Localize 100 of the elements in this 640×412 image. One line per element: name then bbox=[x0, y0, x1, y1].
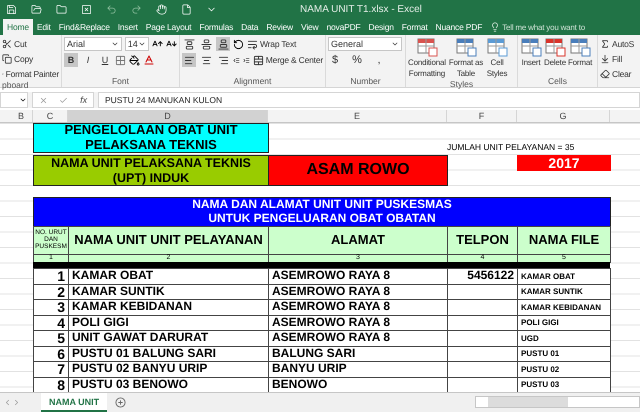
dropdown-icon bbox=[138, 40, 146, 48]
number-format-button[interactable]: % bbox=[350, 53, 364, 67]
folder-icon[interactable] bbox=[56, 4, 67, 14]
add-sheet-icon[interactable] bbox=[115, 397, 126, 408]
sheet-tab[interactable]: NAMA UNIT bbox=[41, 393, 108, 412]
dropdown-icon bbox=[19, 96, 27, 104]
unit-name-cell: ASAM ROWO bbox=[268, 155, 448, 186]
column-header[interactable]: G bbox=[517, 110, 610, 122]
merge-center-button[interactable]: Merge & Center bbox=[252, 54, 323, 66]
vertical-align-button[interactable] bbox=[199, 37, 213, 51]
eraser-icon bbox=[600, 68, 610, 78]
fill-color-icon[interactable] bbox=[129, 54, 140, 66]
touch-mode-icon[interactable] bbox=[156, 4, 167, 14]
horizontal-scrollbar[interactable] bbox=[475, 396, 640, 408]
orientation-icon[interactable] bbox=[233, 38, 244, 50]
editing-button[interactable]: AutoS bbox=[600, 37, 638, 50]
ribbon-tab[interactable]: Format bbox=[398, 19, 432, 35]
cells-button[interactable]: Format bbox=[568, 37, 592, 76]
column-heading-cell: NAMA UNIT UNIT PELAYANAN bbox=[68, 226, 269, 255]
font-color-icon[interactable] bbox=[143, 54, 155, 66]
vertical-align-button[interactable] bbox=[216, 37, 230, 51]
dropdown-icon bbox=[110, 40, 119, 48]
table-cell: PUSTU 02 bbox=[517, 361, 611, 378]
font-name: Arial bbox=[67, 39, 86, 49]
check-icon[interactable] bbox=[59, 96, 68, 104]
number-format-field[interactable]: General bbox=[328, 37, 402, 51]
ribbon-tab[interactable]: Review bbox=[262, 19, 297, 35]
redo-icon[interactable] bbox=[131, 4, 142, 14]
column-header[interactable]: D bbox=[68, 110, 268, 122]
cells-button[interactable]: Insert bbox=[520, 37, 542, 76]
merge-icon bbox=[252, 54, 264, 66]
ribbon-tab[interactable]: Nuance PDF bbox=[432, 19, 486, 35]
column-header[interactable]: F bbox=[447, 110, 517, 122]
ribbon-tab[interactable]: Home bbox=[3, 19, 33, 35]
cut-icon bbox=[2, 38, 12, 48]
column-heading-cell: TELPON bbox=[447, 226, 518, 255]
table-cell: 1 bbox=[33, 268, 69, 284]
borders-icon[interactable] bbox=[115, 54, 126, 66]
tell-me-text: Tell me what you want to bbox=[502, 22, 586, 32]
new-document-icon[interactable] bbox=[181, 4, 192, 14]
number-format-button[interactable]: , bbox=[372, 53, 386, 67]
ribbon-tab[interactable]: View bbox=[297, 19, 322, 35]
column-header[interactable]: B bbox=[10, 110, 33, 122]
group-label: Alignment bbox=[232, 76, 272, 87]
column-heading-cell: ALAMAT bbox=[268, 226, 448, 255]
save-icon[interactable] bbox=[6, 4, 17, 14]
clipboard-button[interactable]: Cut bbox=[2, 37, 59, 50]
ribbon-tab[interactable]: Edit bbox=[32, 19, 55, 35]
table-title-line: UNTUK PENGELUARAN OBAT OBATAN bbox=[208, 212, 436, 226]
ribbon-tab[interactable]: Design bbox=[364, 19, 398, 35]
font-style-button[interactable]: U bbox=[98, 53, 112, 67]
editing-button[interactable]: Fill bbox=[600, 52, 638, 65]
open-folder-icon[interactable] bbox=[31, 4, 42, 14]
editing-button[interactable]: Clear bbox=[600, 67, 638, 80]
insert-function-button[interactable]: fx bbox=[80, 95, 88, 105]
number-format-button[interactable]: $ bbox=[328, 53, 342, 67]
undo-icon[interactable] bbox=[106, 4, 117, 14]
copy-icon bbox=[2, 54, 12, 64]
column-heading-cell: NAMA FILE bbox=[517, 226, 611, 255]
styles-button[interactable]: Format as Table bbox=[448, 37, 484, 79]
font-size: 14 bbox=[128, 39, 138, 49]
table-cell: 5 bbox=[33, 330, 69, 346]
ribbon-tab[interactable]: Page Layout bbox=[142, 19, 196, 35]
styles-button[interactable]: Cell Styles bbox=[486, 37, 508, 79]
ribbon-tab[interactable]: Find&Replace bbox=[54, 19, 114, 35]
ribbon-tab[interactable]: novaPDF bbox=[322, 19, 365, 35]
dropdown-icon bbox=[391, 40, 399, 48]
unit-label-cell: NAMA UNIT PELAKSANA TEKNIS (UPT) INDUK bbox=[33, 155, 269, 186]
clipboard-button[interactable]: Format Painter bbox=[2, 67, 59, 80]
clipboard-button[interactable]: Copy bbox=[2, 52, 59, 65]
horizontal-align-button[interactable] bbox=[182, 53, 196, 67]
table-cell: KAMAR OBAT bbox=[517, 268, 611, 284]
down-arrow-icon bbox=[600, 54, 610, 64]
font-style-button[interactable]: I bbox=[81, 53, 95, 67]
table-title-line: NAMA DAN ALAMAT UNIT UNIT PUSKESMAS bbox=[192, 198, 452, 212]
ribbon-tab[interactable]: Data bbox=[237, 19, 262, 35]
table-cell: KAMAR KEBIDANAN bbox=[517, 299, 611, 316]
table-cell: 3 bbox=[33, 299, 69, 316]
lightbulb-icon bbox=[490, 22, 500, 32]
ribbon-tab[interactable]: Insert bbox=[114, 19, 142, 35]
number-format: General bbox=[331, 39, 364, 49]
column-header[interactable]: E bbox=[268, 110, 447, 122]
ribbon-tab[interactable]: Formulas bbox=[195, 19, 238, 35]
sigma-icon bbox=[600, 38, 610, 48]
wrap-text-button[interactable]: Wrap Text bbox=[247, 38, 296, 50]
font-style-button[interactable]: B bbox=[64, 53, 78, 67]
formula-field[interactable]: PUSTU 24 MANUKAN KULON bbox=[98, 92, 640, 108]
cancel-icon[interactable] bbox=[38, 96, 48, 104]
group-label: Styles bbox=[448, 79, 474, 90]
styles-button[interactable]: Conditional Formatting bbox=[408, 37, 446, 79]
sheet-title-cell: PENGELOLAAN OBAT UNIT PELAKSANA TEKNIS bbox=[33, 123, 269, 153]
vertical-align-button[interactable] bbox=[182, 37, 196, 51]
table-cell: UGD bbox=[517, 330, 611, 346]
tell-me-search[interactable]: Tell me what you want to bbox=[490, 19, 586, 35]
font-size-field[interactable]: 14 bbox=[124, 37, 149, 51]
cells-button[interactable]: Delete bbox=[544, 37, 566, 76]
total-units-text: JUMLAH UNIT PELAYANAN = 35 bbox=[447, 142, 576, 152]
close-file-icon[interactable] bbox=[81, 4, 92, 14]
window-title: NAMA UNIT T1.xlsx - Excel bbox=[300, 4, 422, 14]
font-name-field[interactable]: Arial bbox=[64, 37, 122, 51]
